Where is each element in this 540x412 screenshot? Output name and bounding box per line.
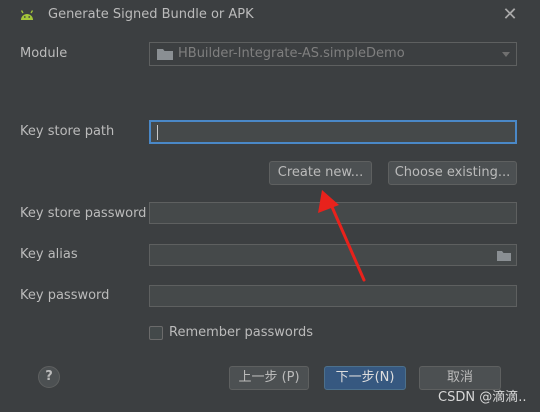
annotation-arrow: [318, 190, 366, 282]
